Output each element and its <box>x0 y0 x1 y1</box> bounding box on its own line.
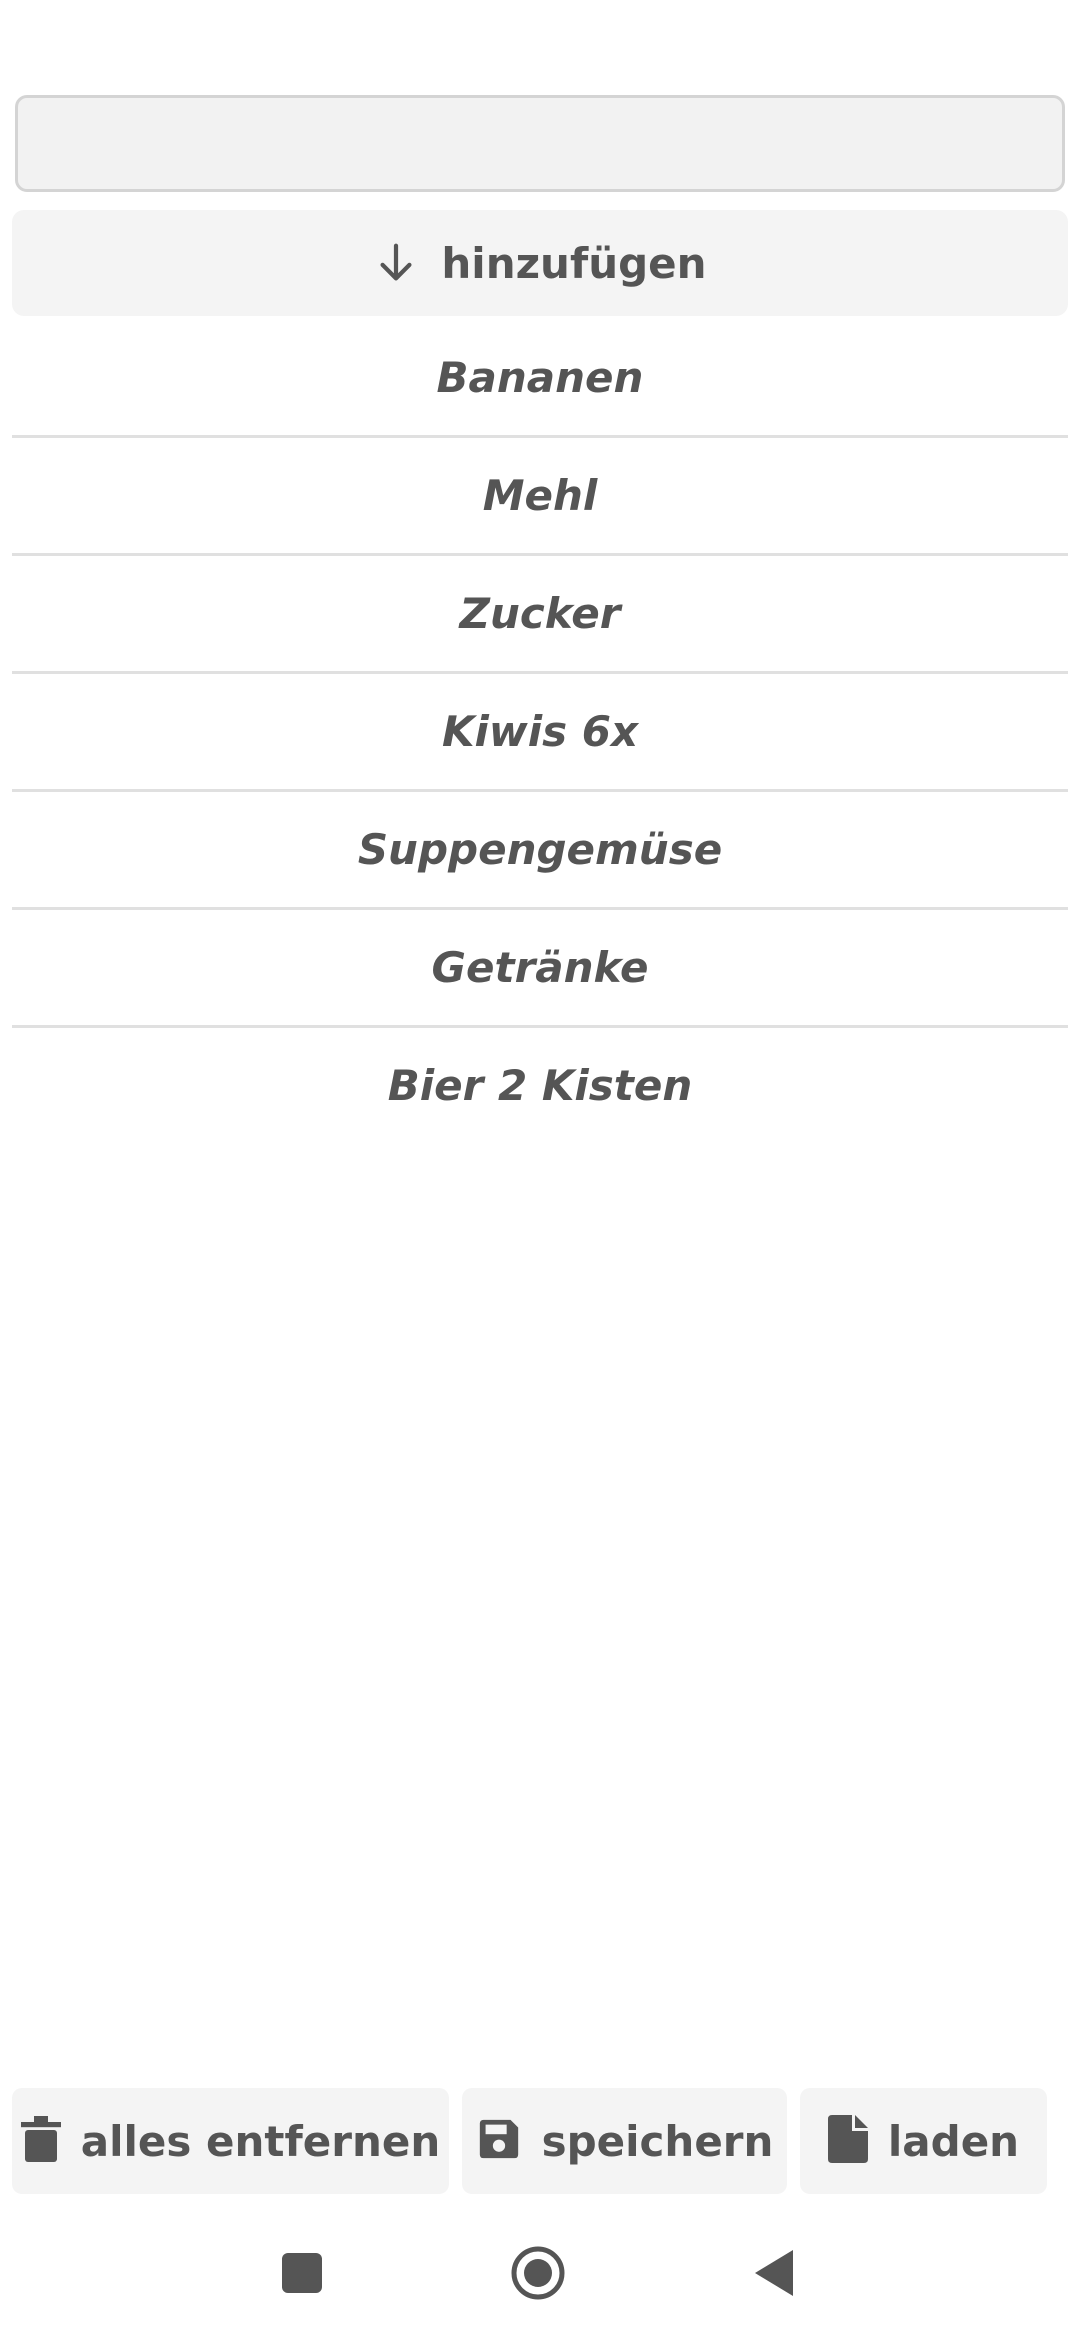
list-item-label: Mehl <box>482 471 598 520</box>
save-button[interactable]: speichern <box>462 2088 787 2194</box>
add-button-label: hinzufügen <box>441 238 707 288</box>
file-icon <box>827 2115 868 2167</box>
load-label: laden <box>887 2116 1020 2166</box>
add-button[interactable]: hinzufügen <box>12 210 1068 316</box>
list-item[interactable]: Zucker <box>12 556 1068 674</box>
screen: hinzufügen Bananen Mehl Zucker Kiwis 6x … <box>0 0 1080 2340</box>
list-item[interactable]: Kiwis 6x <box>12 674 1068 792</box>
bottom-action-bar: alles entfernen speichern laden <box>12 2088 1072 2194</box>
load-button[interactable]: laden <box>800 2088 1047 2194</box>
arrow-down-icon <box>373 240 419 286</box>
recents-button[interactable] <box>247 2220 357 2330</box>
shopping-list: Bananen Mehl Zucker Kiwis 6x Suppengemüs… <box>12 320 1068 1143</box>
list-item-label: Bananen <box>436 353 644 402</box>
home-button[interactable] <box>483 2220 593 2330</box>
save-label: speichern <box>541 2116 774 2166</box>
list-item[interactable]: Getränke <box>12 910 1068 1028</box>
list-item-label: Zucker <box>459 589 621 638</box>
list-item-label: Getränke <box>431 943 649 992</box>
trash-icon <box>20 2116 61 2166</box>
list-item[interactable]: Bier 2 Kisten <box>12 1028 1068 1143</box>
square-icon <box>282 2253 322 2297</box>
list-item-label: Bier 2 Kisten <box>387 1061 693 1110</box>
triangle-back-icon <box>755 2250 795 2300</box>
circle-icon <box>510 2245 566 2305</box>
item-text-input[interactable] <box>15 95 1065 192</box>
list-item-label: Suppengemüse <box>357 825 723 874</box>
floppy-disk-icon <box>476 2116 522 2166</box>
system-navigation-bar <box>0 2220 1080 2330</box>
list-item-label: Kiwis 6x <box>441 707 639 756</box>
list-item[interactable]: Bananen <box>12 320 1068 438</box>
list-item[interactable]: Mehl <box>12 438 1068 556</box>
remove-all-button[interactable]: alles entfernen <box>12 2088 449 2194</box>
back-button[interactable] <box>720 2220 830 2330</box>
list-item[interactable]: Suppengemüse <box>12 792 1068 910</box>
remove-all-label: alles entfernen <box>80 2116 441 2166</box>
